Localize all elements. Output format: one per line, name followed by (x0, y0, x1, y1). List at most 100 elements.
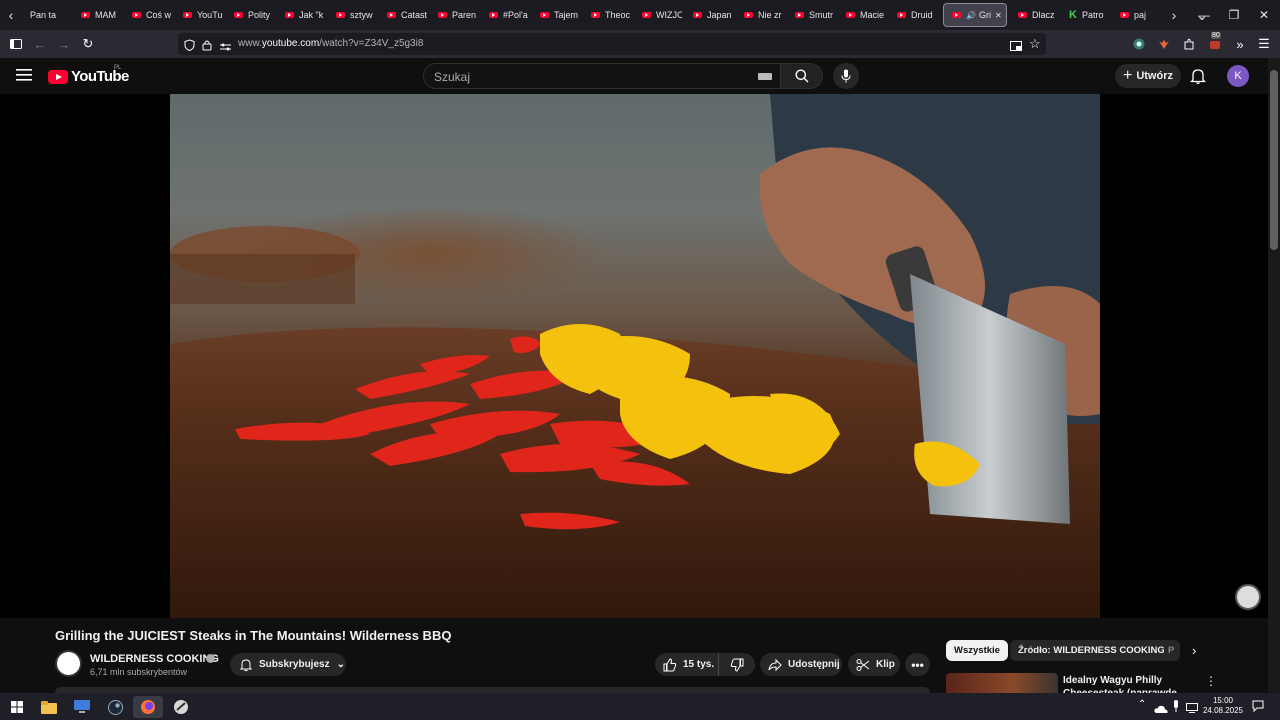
extension-badge-count: 80 (1211, 32, 1221, 39)
browser-tab[interactable]: Pan ta (22, 0, 73, 30)
like-button[interactable]: 15 tys. (655, 653, 719, 676)
recommended-video-thumbnail[interactable] (946, 673, 1058, 693)
vpn-app-icon[interactable] (166, 696, 196, 718)
channel-watermark[interactable] (1235, 584, 1261, 610)
chip-all[interactable]: Wszystkie (946, 640, 1008, 661)
kebab-menu-icon[interactable]: ⋮ (1205, 674, 1217, 688)
firefox-icon[interactable] (133, 696, 163, 718)
video-player[interactable] (0, 94, 1268, 618)
channel-avatar[interactable] (55, 650, 82, 677)
browser-tab[interactable]: Paren (430, 0, 481, 30)
clip-button[interactable]: Klip (848, 653, 900, 676)
computer-app-icon[interactable] (67, 696, 97, 718)
browser-tab[interactable]: sztyw (328, 0, 379, 30)
network-icon[interactable] (1186, 700, 1198, 718)
browser-tab[interactable]: Macie (838, 0, 889, 30)
recommended-video-title[interactable]: Idealny Wagyu Philly Cheesesteak (napraw… (1063, 674, 1203, 693)
clock-time: 15:00 (1212, 696, 1234, 705)
browser-tab[interactable]: Smutr (787, 0, 838, 30)
browser-tab[interactable]: Polity (226, 0, 277, 30)
page-scrollbar[interactable] (1268, 58, 1280, 693)
sidebar-toggle-icon[interactable] (7, 35, 25, 53)
notification-center-icon[interactable] (1252, 699, 1264, 717)
youtube-icon (285, 12, 294, 18)
browser-tab[interactable]: K Patro (1061, 0, 1112, 30)
browser-tab[interactable]: Coś w (124, 0, 175, 30)
chips-next-icon[interactable]: › (1192, 643, 1196, 658)
browser-tab[interactable]: Druid (889, 0, 940, 30)
browser-tab[interactable]: 🔊Gril ✕ (943, 3, 1007, 27)
channel-name[interactable]: WILDERNESS COOKING (90, 653, 219, 665)
tab-label: Polity (248, 10, 271, 20)
browser-tab[interactable]: Jak "k (277, 0, 328, 30)
steam-icon[interactable] (100, 696, 130, 718)
browser-tab[interactable]: Catast (379, 0, 430, 30)
subscribe-button[interactable]: Subskrybujesz ⌄ (230, 653, 346, 676)
onedrive-cloud-icon[interactable] (1154, 701, 1168, 719)
k-icon: K (1069, 9, 1077, 21)
tab-label: Gril (978, 10, 991, 20)
forward-icon[interactable]: → (55, 35, 73, 53)
youtube-logo[interactable]: YouTube PL (48, 65, 129, 85)
app-menu-icon[interactable]: ☰ (1255, 35, 1273, 53)
microphone-tray-icon[interactable] (1172, 699, 1180, 717)
restore-icon[interactable]: ❐ (1218, 0, 1250, 30)
notifications-bell-icon[interactable] (1189, 67, 1208, 85)
overflow-menu-icon[interactable]: » (1231, 35, 1249, 53)
more-actions-button[interactable]: ••• (905, 653, 930, 676)
tray-chevron-up-icon[interactable]: ⌃ (1138, 699, 1146, 710)
chip-partial[interactable]: P (1164, 640, 1180, 661)
youtube-icon (744, 12, 753, 18)
url-text[interactable]: www.youtube.com/watch?v=Z34V_z5g3i8 (238, 38, 423, 49)
tabs-scroll-right-icon[interactable]: › (1163, 0, 1185, 30)
browser-tab[interactable]: YouTu (175, 0, 226, 30)
bookmark-star-icon[interactable]: ☆ (1029, 36, 1041, 52)
youtube-icon (489, 12, 498, 18)
url-bar[interactable]: www.youtube.com/watch?v=Z34V_z5g3i8 ☆ (178, 33, 1046, 55)
search-input[interactable]: Szukaj (423, 63, 781, 89)
user-avatar[interactable]: K (1227, 65, 1249, 87)
reload-icon[interactable]: ↻ (79, 35, 97, 53)
create-button[interactable]: + Utwórz (1115, 64, 1181, 88)
extension-fox-icon[interactable] (1155, 35, 1173, 53)
close-window-icon[interactable]: ✕ (1248, 0, 1280, 30)
share-button[interactable]: Udostępnij (760, 653, 842, 676)
extension-shield-icon[interactable] (1130, 35, 1148, 53)
scrollbar-thumb[interactable] (1270, 70, 1278, 250)
microphone-icon (841, 69, 851, 83)
minimize-icon[interactable]: — (1188, 0, 1220, 30)
tab-audio-icon[interactable]: 🔊 (966, 11, 976, 20)
video-title: Grilling the JUICIEST Steaks in The Moun… (55, 628, 452, 643)
chip-channel-source[interactable]: Źródło: WILDERNESS COOKING (1010, 640, 1173, 661)
keyboard-icon[interactable] (758, 73, 772, 80)
permissions-icon[interactable] (220, 39, 231, 57)
thumbs-down-icon (730, 658, 744, 672)
browser-tab[interactable]: Tajem (532, 0, 583, 30)
subscriber-count: 6,71 mln subskrybentów (90, 667, 188, 677)
video-frame-image (170, 94, 1100, 618)
browser-tab[interactable]: Dlacz (1010, 0, 1061, 30)
browser-tab[interactable]: Japan (685, 0, 736, 30)
browser-tab[interactable]: #Pol'a (481, 0, 532, 30)
browser-tab[interactable]: MAM (73, 0, 124, 30)
voice-search-button[interactable] (833, 63, 859, 89)
back-icon[interactable]: ← (31, 35, 49, 53)
lock-icon[interactable] (202, 38, 212, 56)
tabs-scroll-left-icon[interactable]: ‹ (0, 0, 22, 30)
dislike-button[interactable] (719, 653, 755, 676)
browser-tab[interactable]: WIZJC (634, 0, 685, 30)
video-frame[interactable] (170, 94, 1100, 618)
browser-tab[interactable]: Theoc (583, 0, 634, 30)
windows-start-icon[interactable] (2, 696, 32, 718)
file-explorer-icon[interactable] (34, 696, 64, 718)
hamburger-menu-icon[interactable] (16, 68, 32, 87)
extension-badge-icon[interactable]: 80 (1206, 32, 1224, 53)
taskbar-clock[interactable]: 15:00 24.08.2025 (1200, 696, 1246, 716)
search-button[interactable] (781, 63, 823, 89)
browser-tab[interactable]: Nie zr (736, 0, 787, 30)
browser-tab[interactable]: paj (1112, 0, 1163, 30)
picture-in-picture-icon[interactable] (1010, 38, 1022, 56)
extensions-puzzle-icon[interactable] (1180, 35, 1198, 53)
tracking-shield-icon[interactable] (184, 38, 195, 56)
tab-close-icon[interactable]: ✕ (995, 11, 1002, 20)
